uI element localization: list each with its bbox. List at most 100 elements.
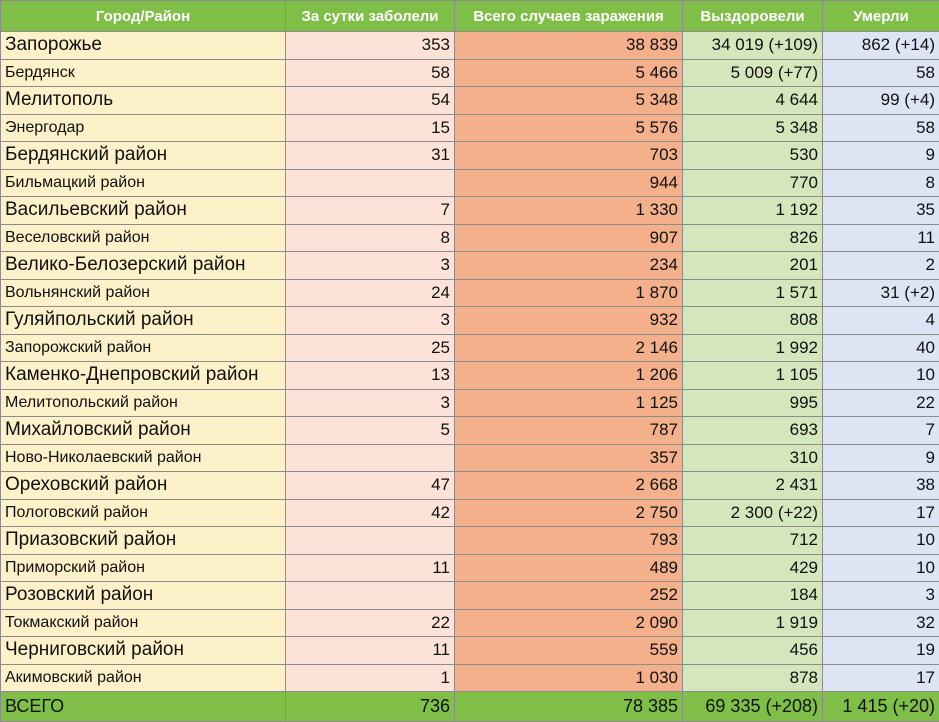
cell-died: 38 <box>823 472 939 500</box>
cell-city: Запорожский район <box>1 334 286 362</box>
cell-recovered: 826 <box>683 224 823 252</box>
cell-city: Мелитопольский район <box>1 389 286 417</box>
cell-died: 22 <box>823 389 939 417</box>
cell-daily: 5 <box>286 417 455 445</box>
cell-daily <box>286 527 455 555</box>
cell-daily: 22 <box>286 609 455 637</box>
table-row: Гуляйпольский район39328084 <box>1 307 939 335</box>
cell-city: Мелитополь <box>1 87 286 115</box>
table-row: Пологовский район422 7502 300 (+22)17 <box>1 499 939 527</box>
cell-died: 19 <box>823 637 939 665</box>
cell-recovered: 429 <box>683 554 823 582</box>
total-label: ВСЕГО <box>1 692 286 722</box>
cell-daily: 54 <box>286 87 455 115</box>
cell-city: Бердянский район <box>1 142 286 170</box>
cell-died: 11 <box>823 224 939 252</box>
cell-city: Акимовский район <box>1 664 286 692</box>
cell-recovered: 1 571 <box>683 279 823 307</box>
cell-city: Ново-Николаевский район <box>1 444 286 472</box>
cell-died: 58 <box>823 114 939 142</box>
table-row: Акимовский район11 03087817 <box>1 664 939 692</box>
cell-city: Бердянск <box>1 59 286 87</box>
cell-total: 252 <box>455 582 683 610</box>
cell-total: 1 125 <box>455 389 683 417</box>
total-recovered: 69 335 (+208) <box>683 692 823 722</box>
cell-daily: 353 <box>286 32 455 60</box>
table-row: Токмакский район222 0901 91932 <box>1 609 939 637</box>
table-row: Бердянск585 4665 009 (+77)58 <box>1 59 939 87</box>
cell-recovered: 5 009 (+77) <box>683 59 823 87</box>
cell-city: Энергодар <box>1 114 286 142</box>
table-row: Бильмацкий район9447708 <box>1 169 939 197</box>
table-row: Михайловский район57876937 <box>1 417 939 445</box>
total-daily: 736 <box>286 692 455 722</box>
cell-recovered: 34 019 (+109) <box>683 32 823 60</box>
cell-died: 3 <box>823 582 939 610</box>
cell-total: 5 348 <box>455 87 683 115</box>
cell-total: 559 <box>455 637 683 665</box>
cell-daily: 42 <box>286 499 455 527</box>
cell-city: Токмакский район <box>1 609 286 637</box>
cell-died: 58 <box>823 59 939 87</box>
cell-daily: 11 <box>286 554 455 582</box>
cell-recovered: 712 <box>683 527 823 555</box>
header-recovered: Выздоровели <box>683 1 823 32</box>
cell-city: Бильмацкий район <box>1 169 286 197</box>
cell-city: Велико-Белозерский район <box>1 252 286 280</box>
header-row: Город/Район За сутки заболели Всего случ… <box>1 1 939 32</box>
table-row: Розовский район2521843 <box>1 582 939 610</box>
cell-total: 489 <box>455 554 683 582</box>
table-row: Запорожский район252 1461 99240 <box>1 334 939 362</box>
cell-died: 32 <box>823 609 939 637</box>
cell-recovered: 1 919 <box>683 609 823 637</box>
cell-recovered: 878 <box>683 664 823 692</box>
cell-recovered: 456 <box>683 637 823 665</box>
cell-daily: 13 <box>286 362 455 390</box>
cell-city: Розовский район <box>1 582 286 610</box>
cell-total: 787 <box>455 417 683 445</box>
cell-total: 2 146 <box>455 334 683 362</box>
table-row: Приазовский район 79371210 <box>1 527 939 555</box>
table-row: Мелитопольский район31 12599522 <box>1 389 939 417</box>
cell-died: 862 (+14) <box>823 32 939 60</box>
cell-total: 1 206 <box>455 362 683 390</box>
cell-city: Михайловский район <box>1 417 286 445</box>
table-row: Бердянский район317035309 <box>1 142 939 170</box>
cell-died: 7 <box>823 417 939 445</box>
cell-died: 10 <box>823 527 939 555</box>
cell-daily: 11 <box>286 637 455 665</box>
cell-total: 793 <box>455 527 683 555</box>
cell-daily <box>286 169 455 197</box>
cell-total: 38 839 <box>455 32 683 60</box>
cell-recovered: 2 431 <box>683 472 823 500</box>
cell-city: Приазовский район <box>1 527 286 555</box>
cell-daily: 3 <box>286 389 455 417</box>
cell-total: 1 330 <box>455 197 683 225</box>
table-row: Васильевский район71 3301 19235 <box>1 197 939 225</box>
cell-total: 5 576 <box>455 114 683 142</box>
table-row: Энергодар155 5765 34858 <box>1 114 939 142</box>
total-row: ВСЕГО 736 78 385 69 335 (+208) 1 415 (+2… <box>1 692 939 722</box>
cell-daily <box>286 582 455 610</box>
cell-total: 2 668 <box>455 472 683 500</box>
cell-daily: 1 <box>286 664 455 692</box>
cell-recovered: 2 300 (+22) <box>683 499 823 527</box>
cell-died: 10 <box>823 362 939 390</box>
header-died: Умерли <box>823 1 939 32</box>
cell-recovered: 1 105 <box>683 362 823 390</box>
cell-daily: 58 <box>286 59 455 87</box>
cell-city: Пологовский район <box>1 499 286 527</box>
table-row: Запорожье35338 83934 019 (+109)862 (+14) <box>1 32 939 60</box>
cell-died: 31 (+2) <box>823 279 939 307</box>
table-row: Черниговский район1155945619 <box>1 637 939 665</box>
cell-recovered: 693 <box>683 417 823 445</box>
cell-recovered: 201 <box>683 252 823 280</box>
cell-total: 944 <box>455 169 683 197</box>
cell-daily: 31 <box>286 142 455 170</box>
cell-died: 4 <box>823 307 939 335</box>
table-row: Веселовский район890782611 <box>1 224 939 252</box>
cell-died: 8 <box>823 169 939 197</box>
cell-total: 703 <box>455 142 683 170</box>
table-row: Приморский район1148942910 <box>1 554 939 582</box>
cell-city: Приморский район <box>1 554 286 582</box>
